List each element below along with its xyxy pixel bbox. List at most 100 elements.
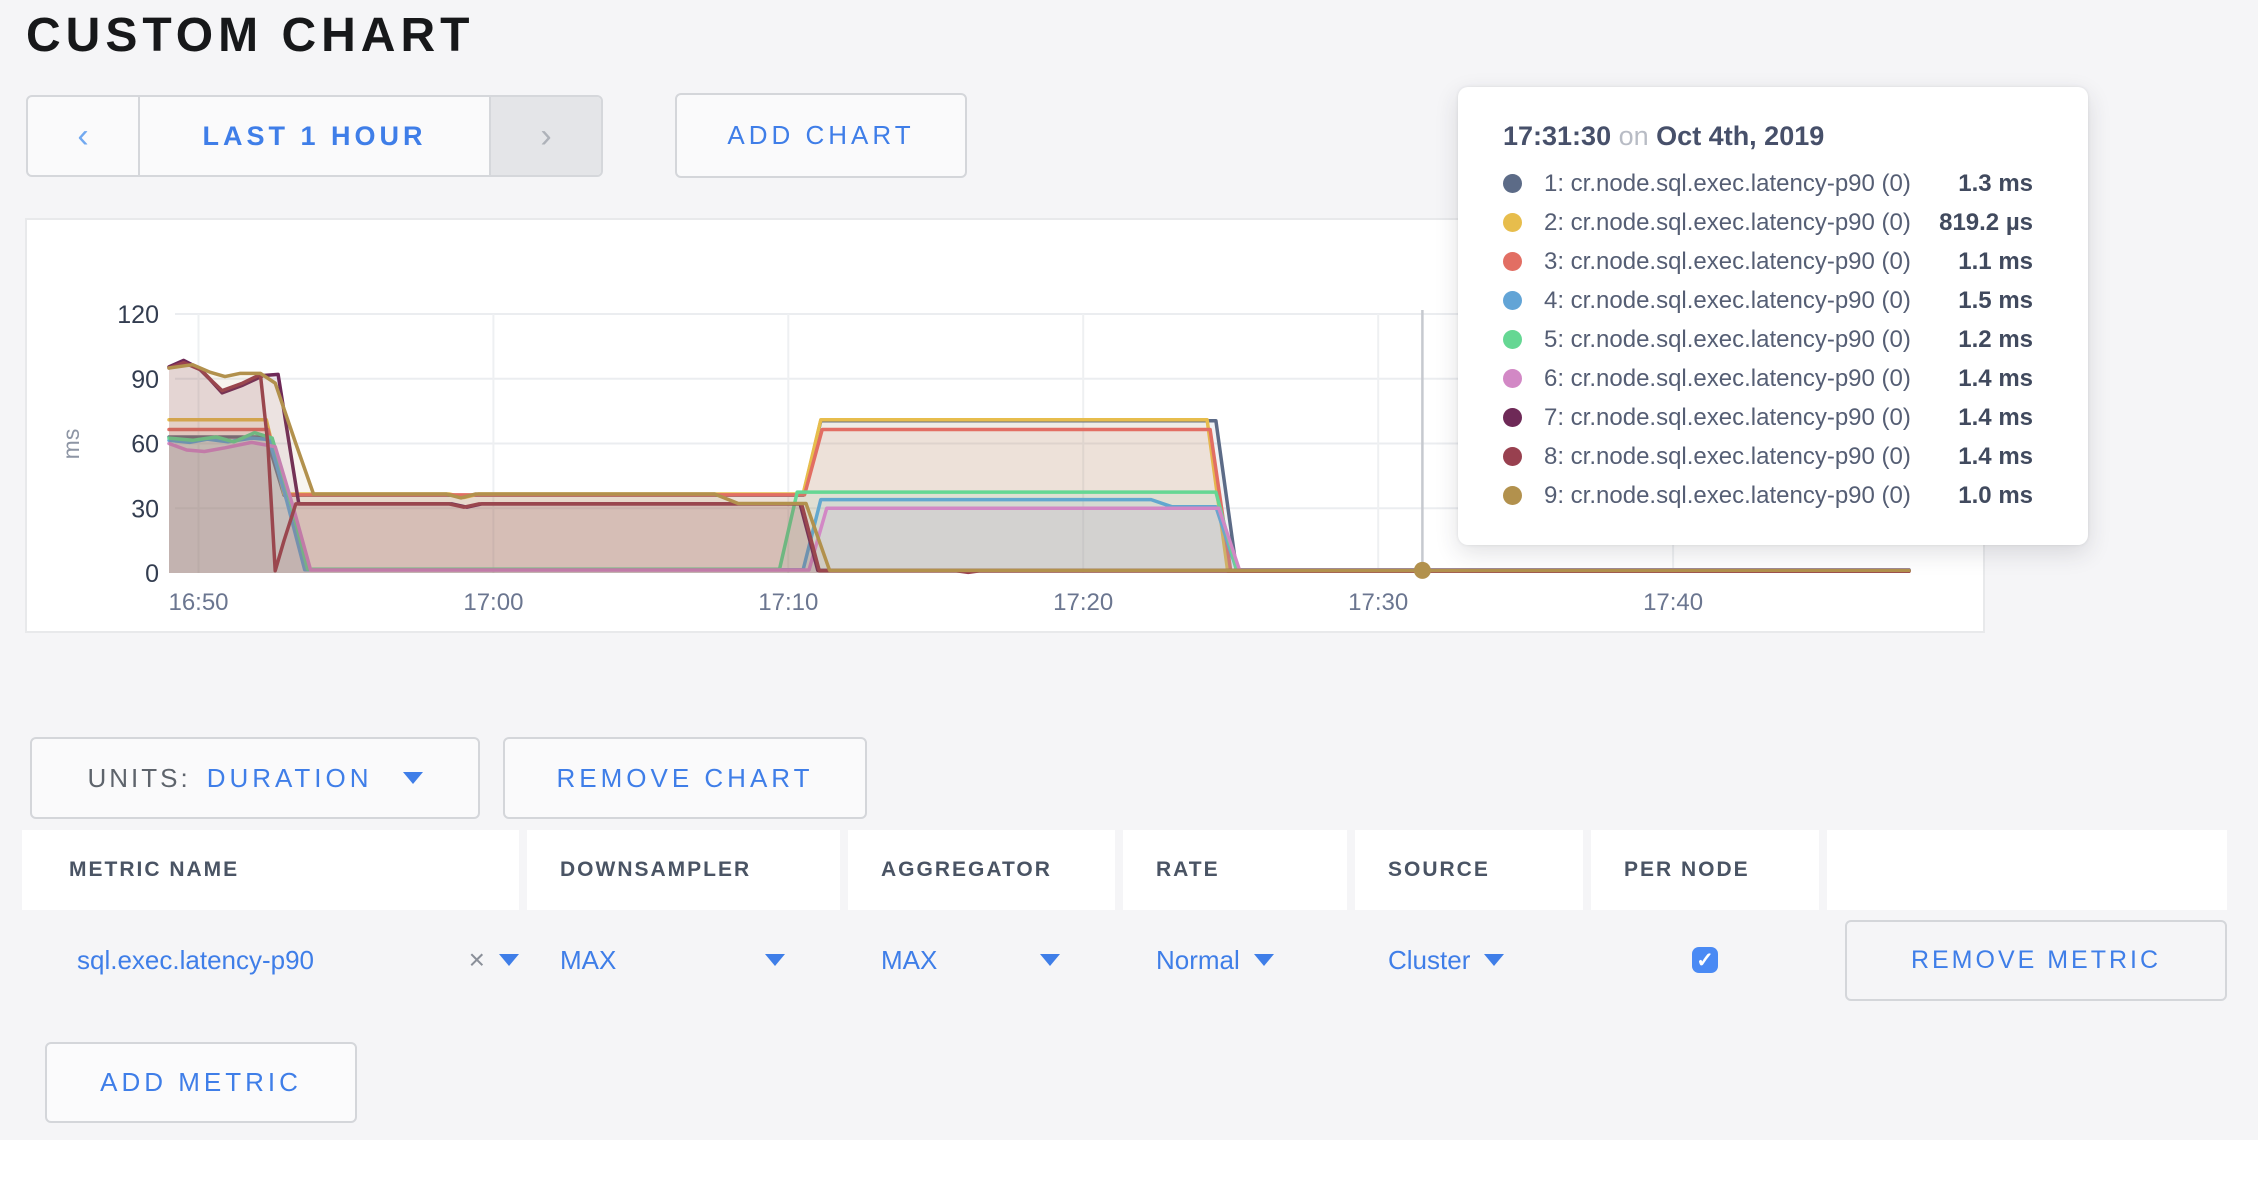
series-label: 4: cr.node.sql.exec.latency-p90 (0) <box>1544 287 1958 315</box>
series-value: 1.3 ms <box>1958 170 2033 198</box>
tooltip-series-row: 9: cr.node.sql.exec.latency-p90 (0)1.0 m… <box>1503 476 2033 515</box>
tooltip-series-row: 7: cr.node.sql.exec.latency-p90 (0)1.4 m… <box>1503 398 2033 437</box>
series-value: 1.4 ms <box>1958 404 2033 432</box>
checkmark-icon: ✓ <box>1696 948 1714 973</box>
downsampler-cell: MAX <box>527 910 840 1010</box>
aggregator-dropdown[interactable]: MAX <box>881 945 937 976</box>
tooltip-date: Oct 4th, 2019 <box>1656 121 1824 151</box>
svg-text:17:30: 17:30 <box>1348 589 1408 616</box>
series-color-dot <box>1503 330 1522 349</box>
units-prefix-label: UNITS: <box>87 763 190 794</box>
chart-hover-tooltip: 17:31:30 on Oct 4th, 2019 1: cr.node.sql… <box>1458 87 2088 545</box>
time-window-prev-button[interactable]: ‹ <box>28 97 138 175</box>
tooltip-series-row: 4: cr.node.sql.exec.latency-p90 (0)1.5 m… <box>1503 281 2033 320</box>
series-color-dot <box>1503 213 1522 232</box>
series-label: 8: cr.node.sql.exec.latency-p90 (0) <box>1544 443 1958 471</box>
table-header-aggregator: AGGREGATOR <box>848 830 1115 910</box>
series-color-dot <box>1503 291 1522 310</box>
svg-text:17:00: 17:00 <box>463 589 523 616</box>
table-header-metric-name: METRIC NAME <box>22 830 519 910</box>
chevron-right-icon: › <box>540 117 551 156</box>
tooltip-series-row: 6: cr.node.sql.exec.latency-p90 (0)1.4 m… <box>1503 359 2033 398</box>
source-dropdown[interactable]: Cluster <box>1388 945 1470 976</box>
svg-text:17:40: 17:40 <box>1643 589 1703 616</box>
svg-text:16:50: 16:50 <box>168 589 228 616</box>
series-color-dot <box>1503 447 1522 466</box>
series-value: 1.2 ms <box>1958 326 2033 354</box>
table-header-actions <box>1827 830 2227 910</box>
add-metric-button[interactable]: ADD METRIC <box>45 1042 357 1123</box>
metrics-table-row: sql.exec.latency-p90 × MAX MAX Normal Cl… <box>22 910 2235 1010</box>
tooltip-series-row: 2: cr.node.sql.exec.latency-p90 (0)819.2… <box>1503 203 2033 242</box>
svg-text:0: 0 <box>145 560 159 588</box>
table-header-downsampler: DOWNSAMPLER <box>527 830 840 910</box>
series-color-dot <box>1503 369 1522 388</box>
chevron-down-icon[interactable] <box>499 954 519 966</box>
svg-text:120: 120 <box>117 301 159 329</box>
time-window-selector: ‹ LAST 1 HOUR › <box>26 95 603 177</box>
rate-dropdown[interactable]: Normal <box>1156 945 1240 976</box>
svg-text:60: 60 <box>131 431 159 459</box>
series-label: 1: cr.node.sql.exec.latency-p90 (0) <box>1544 170 1958 198</box>
series-color-dot <box>1503 486 1522 505</box>
svg-text:17:10: 17:10 <box>758 589 818 616</box>
remove-metric-button[interactable]: REMOVE METRIC <box>1845 920 2227 1001</box>
series-value: 1.4 ms <box>1958 443 2033 471</box>
chevron-down-icon[interactable] <box>765 954 785 966</box>
rate-cell: Normal <box>1123 910 1347 1010</box>
series-color-dot <box>1503 408 1522 427</box>
tooltip-series-row: 8: cr.node.sql.exec.latency-p90 (0)1.4 m… <box>1503 437 2033 476</box>
series-value: 1.0 ms <box>1958 482 2033 510</box>
page-bottom-strip <box>0 1140 2258 1180</box>
tooltip-series-row: 1: cr.node.sql.exec.latency-p90 (0)1.3 m… <box>1503 164 2033 203</box>
time-window-label[interactable]: LAST 1 HOUR <box>138 97 491 175</box>
tooltip-time: 17:31:30 <box>1503 121 1611 151</box>
page-title: CUSTOM CHART <box>26 8 474 63</box>
tooltip-header: 17:31:30 on Oct 4th, 2019 <box>1503 121 2033 152</box>
series-label: 9: cr.node.sql.exec.latency-p90 (0) <box>1544 482 1958 510</box>
metric-name-dropdown[interactable]: sql.exec.latency-p90 <box>77 945 314 976</box>
time-window-next-button[interactable]: › <box>491 97 601 175</box>
chevron-left-icon: ‹ <box>77 117 88 156</box>
table-header-rate: RATE <box>1123 830 1347 910</box>
series-color-dot <box>1503 252 1522 271</box>
series-label: 3: cr.node.sql.exec.latency-p90 (0) <box>1544 248 1958 276</box>
svg-text:ms: ms <box>58 429 84 460</box>
metric-name-cell: sql.exec.latency-p90 × <box>22 910 519 1010</box>
actions-cell: REMOVE METRIC <box>1827 910 2227 1010</box>
chevron-down-icon <box>403 772 423 784</box>
series-value: 1.4 ms <box>1958 365 2033 393</box>
add-chart-button[interactable]: ADD CHART <box>675 93 967 178</box>
series-label: 6: cr.node.sql.exec.latency-p90 (0) <box>1544 365 1958 393</box>
table-header-per-node: PER NODE <box>1591 830 1819 910</box>
series-label: 2: cr.node.sql.exec.latency-p90 (0) <box>1544 209 1939 237</box>
units-dropdown[interactable]: UNITS: DURATION <box>30 737 480 819</box>
per-node-checkbox[interactable]: ✓ <box>1692 947 1718 973</box>
chevron-down-icon[interactable] <box>1040 954 1060 966</box>
svg-text:17:20: 17:20 <box>1053 589 1113 616</box>
series-value: 1.5 ms <box>1958 287 2033 315</box>
tooltip-series-row: 5: cr.node.sql.exec.latency-p90 (0)1.2 m… <box>1503 320 2033 359</box>
chevron-down-icon[interactable] <box>1484 954 1504 966</box>
series-value: 1.1 ms <box>1958 248 2033 276</box>
remove-chart-button[interactable]: REMOVE CHART <box>503 737 867 819</box>
metrics-table-header-row: METRIC NAMEDOWNSAMPLERAGGREGATORRATESOUR… <box>22 830 2235 910</box>
svg-text:90: 90 <box>131 366 159 394</box>
tooltip-on-word: on <box>1619 121 1649 151</box>
source-cell: Cluster <box>1355 910 1583 1010</box>
series-label: 7: cr.node.sql.exec.latency-p90 (0) <box>1544 404 1958 432</box>
table-header-source: SOURCE <box>1355 830 1583 910</box>
series-label: 5: cr.node.sql.exec.latency-p90 (0) <box>1544 326 1958 354</box>
svg-text:30: 30 <box>131 495 159 523</box>
custom-chart-page: CUSTOM CHART ‹ LAST 1 HOUR › ADD CHART 0… <box>0 0 2258 1180</box>
tooltip-series-row: 3: cr.node.sql.exec.latency-p90 (0)1.1 m… <box>1503 242 2033 281</box>
aggregator-cell: MAX <box>848 910 1115 1010</box>
per-node-cell: ✓ <box>1591 910 1819 1010</box>
series-color-dot <box>1503 174 1522 193</box>
chevron-down-icon[interactable] <box>1254 954 1274 966</box>
metrics-table: METRIC NAMEDOWNSAMPLERAGGREGATORRATESOUR… <box>22 830 2235 1010</box>
units-selected-value: DURATION <box>207 763 373 794</box>
tooltip-series-list: 1: cr.node.sql.exec.latency-p90 (0)1.3 m… <box>1503 164 2033 515</box>
downsampler-dropdown[interactable]: MAX <box>560 945 616 976</box>
clear-metric-icon[interactable]: × <box>469 944 485 976</box>
